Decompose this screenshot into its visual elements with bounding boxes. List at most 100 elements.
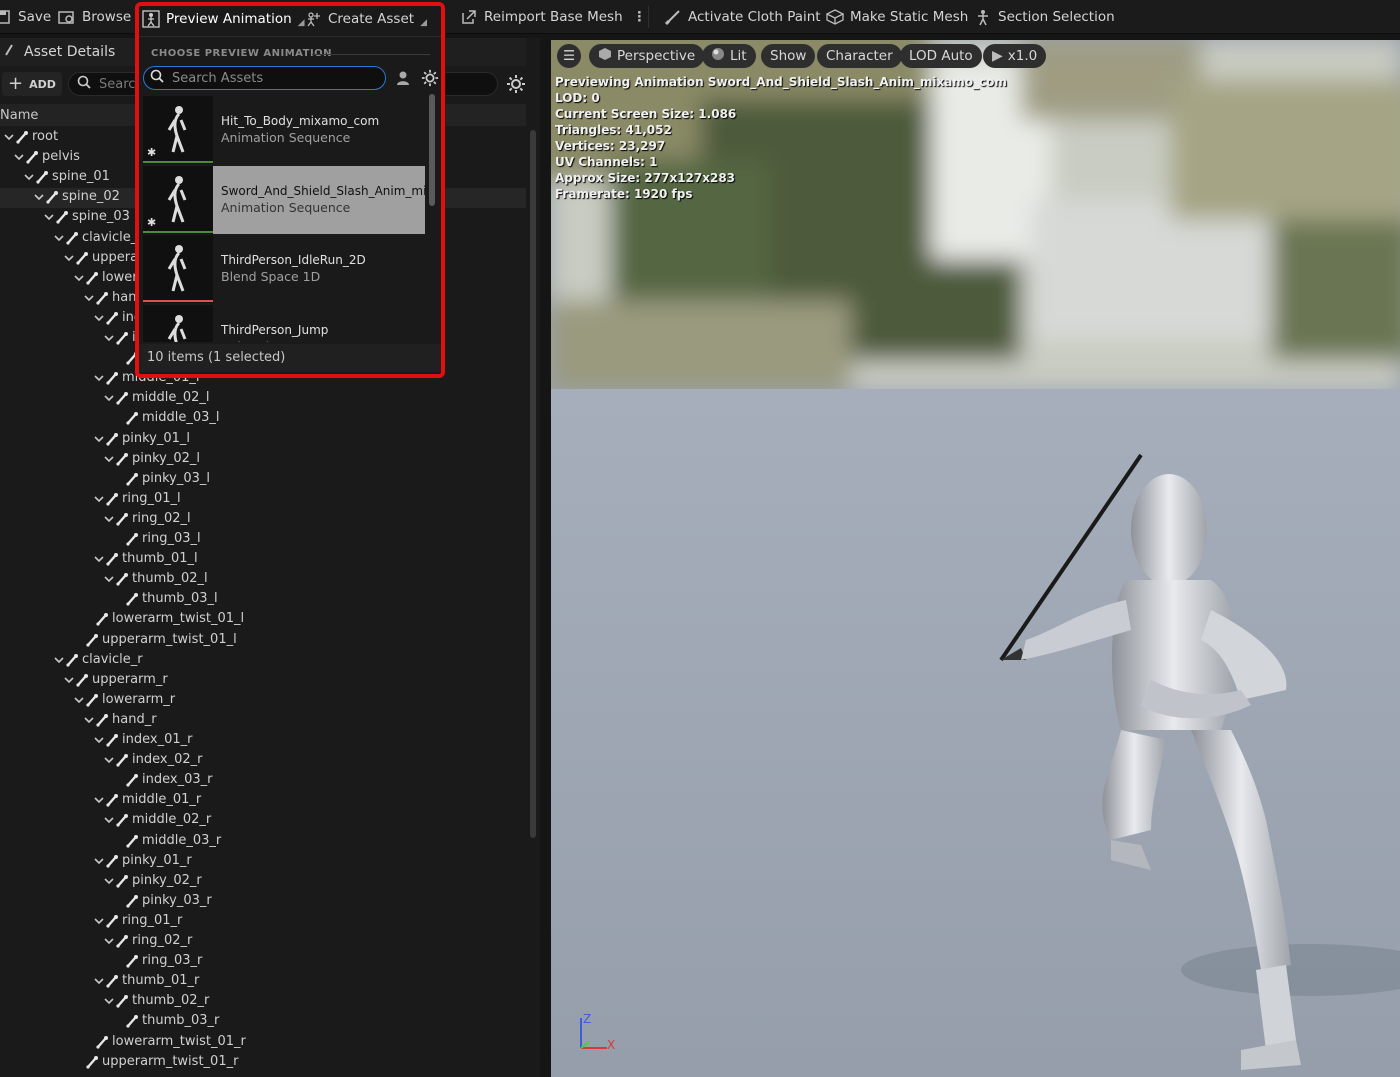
bone-row[interactable]: middle_03_r — [0, 832, 526, 852]
bone-icon — [105, 854, 119, 868]
reimport-base-mesh-button[interactable]: Reimport Base Mesh ⋮ — [460, 0, 646, 34]
bone-row[interactable]: index_01_r — [0, 731, 526, 751]
chevron-down-icon[interactable] — [73, 694, 85, 706]
chevron-down-icon[interactable] — [93, 493, 105, 505]
bone-row[interactable]: pinky_02_l — [0, 450, 526, 470]
chevron-down-icon[interactable] — [83, 292, 95, 304]
bone-row[interactable]: ring_03_r — [0, 952, 526, 972]
asset-item[interactable]: ✱ ThirdPerson_Jump Animation Sequence — [143, 304, 425, 342]
bone-row[interactable]: index_02_r — [0, 751, 526, 771]
bone-row[interactable]: upperarm_twist_01_l — [0, 631, 526, 651]
chevron-down-icon[interactable] — [103, 995, 115, 1007]
asset-item[interactable]: ✱ Sword_And_Shield_Slash_Anim_mixamo_comA… — [143, 165, 425, 234]
bone-row[interactable]: thumb_02_r — [0, 992, 526, 1012]
chevron-down-icon[interactable] — [93, 975, 105, 987]
bone-row[interactable]: middle_03_l — [0, 409, 526, 429]
chevron-down-icon[interactable] — [93, 372, 105, 384]
viewport-3d[interactable]: ☰ Perspective Lit Show Character LOD Aut… — [551, 40, 1400, 1077]
tree-settings-button[interactable] — [506, 74, 528, 96]
bone-row[interactable]: pinky_01_l — [0, 430, 526, 450]
chevron-down-icon[interactable] — [103, 392, 115, 404]
bone-row[interactable]: ring_02_r — [0, 932, 526, 952]
chevron-down-icon[interactable] — [103, 935, 115, 947]
chevron-down-icon[interactable] — [103, 754, 115, 766]
chevron-down-icon[interactable] — [93, 794, 105, 806]
chevron-down-icon[interactable] — [13, 151, 25, 163]
chevron-down-icon[interactable] — [103, 875, 115, 887]
bone-row[interactable]: pinky_02_r — [0, 872, 526, 892]
bone-row[interactable]: index_03_r — [0, 771, 526, 791]
lod-label: LOD Auto — [909, 48, 973, 64]
popup-preview-animation-tab[interactable]: Preview Animation ◢ — [142, 6, 305, 36]
chevron-down-icon[interactable] — [83, 714, 95, 726]
chevron-down-icon[interactable] — [23, 171, 35, 183]
activate-cloth-paint-button[interactable]: Activate Cloth Paint — [664, 0, 821, 34]
bone-row[interactable]: lowerarm_twist_01_l — [0, 610, 526, 630]
filter-skeleton-button[interactable] — [395, 70, 413, 88]
chevron-down-icon[interactable] — [93, 855, 105, 867]
chevron-down-icon[interactable] — [53, 232, 65, 244]
chevron-down-icon[interactable] — [103, 332, 115, 344]
chevron-down-icon[interactable] — [63, 674, 75, 686]
asset-search-input[interactable]: Search Assets — [143, 66, 386, 90]
bone-row[interactable]: ring_01_l — [0, 490, 526, 510]
chevron-down-icon[interactable] — [33, 191, 45, 203]
bone-icon — [105, 311, 119, 325]
bone-row[interactable]: thumb_01_l — [0, 550, 526, 570]
bone-row[interactable]: ring_01_r — [0, 912, 526, 932]
bone-row[interactable]: upperarm_twist_01_r — [0, 1053, 526, 1073]
bone-row[interactable]: ring_03_l — [0, 530, 526, 550]
chevron-down-icon[interactable] — [103, 814, 115, 826]
chevron-down-icon[interactable] — [93, 915, 105, 927]
chevron-down-icon[interactable] — [103, 573, 115, 585]
bone-row[interactable]: clavicle_r — [0, 651, 526, 671]
asset-item[interactable]: ✱ Hit_To_Body_mixamo_com Animation Sequenc… — [143, 96, 425, 164]
lod-button[interactable]: LOD Auto — [900, 44, 982, 68]
chevron-down-icon[interactable] — [73, 272, 85, 284]
bone-row[interactable]: pinky_03_r — [0, 892, 526, 912]
bone-label: pinky_01_r — [122, 852, 192, 868]
tree-scrollbar[interactable] — [530, 130, 536, 838]
chevron-down-icon[interactable] — [93, 553, 105, 565]
bone-row[interactable]: ring_02_l — [0, 510, 526, 530]
bone-row[interactable]: lowerarm_r — [0, 691, 526, 711]
chevron-down-icon[interactable] — [43, 211, 55, 223]
lit-button[interactable]: Lit — [702, 44, 756, 68]
bone-row[interactable]: middle_02_l — [0, 389, 526, 409]
bone-row[interactable]: thumb_03_l — [0, 590, 526, 610]
make-static-mesh-button[interactable]: Make Static Mesh — [826, 0, 968, 34]
bone-row[interactable]: middle_01_r — [0, 791, 526, 811]
chevron-down-icon[interactable] — [63, 252, 75, 264]
make-static-label: Make Static Mesh — [850, 9, 969, 25]
popup-settings-button[interactable] — [421, 69, 439, 87]
bone-row[interactable]: thumb_02_l — [0, 570, 526, 590]
add-button[interactable]: + ADD — [2, 72, 62, 96]
chevron-down-icon[interactable] — [53, 654, 65, 666]
chevron-down-icon[interactable] — [103, 513, 115, 525]
viewport-menu-button[interactable]: ☰ — [557, 44, 581, 68]
playback-speed-button[interactable]: ▶ x1.0 — [983, 44, 1047, 68]
save-button[interactable]: Save — [0, 0, 51, 34]
bone-row[interactable]: middle_02_r — [0, 811, 526, 831]
chevron-down-icon[interactable] — [103, 453, 115, 465]
bone-row[interactable]: upperarm_r — [0, 671, 526, 691]
asset-item[interactable]: ThirdPerson_IdleRun_2D Blend Space 1D — [143, 235, 425, 303]
bone-row[interactable]: lowerarm_twist_01_r — [0, 1033, 526, 1053]
more-options-icon[interactable]: ⋮ — [633, 9, 647, 25]
popup-create-asset-tab[interactable]: Create Asset ◢ — [304, 6, 427, 36]
perspective-button[interactable]: Perspective — [589, 44, 705, 68]
chevron-down-icon[interactable] — [93, 433, 105, 445]
asset-list-scrollbar[interactable] — [429, 94, 435, 206]
character-button[interactable]: Character — [817, 44, 902, 68]
chevron-down-icon[interactable] — [93, 734, 105, 746]
browse-button[interactable]: Browse — [58, 0, 131, 34]
section-selection-button[interactable]: Section Selection — [974, 0, 1115, 34]
chevron-down-icon[interactable] — [3, 131, 15, 143]
bone-row[interactable]: thumb_01_r — [0, 972, 526, 992]
bone-row[interactable]: pinky_01_r — [0, 852, 526, 872]
bone-row[interactable]: thumb_03_r — [0, 1012, 526, 1032]
chevron-down-icon[interactable] — [93, 312, 105, 324]
bone-row[interactable]: hand_r — [0, 711, 526, 731]
show-button[interactable]: Show — [761, 44, 816, 68]
bone-row[interactable]: pinky_03_l — [0, 470, 526, 490]
